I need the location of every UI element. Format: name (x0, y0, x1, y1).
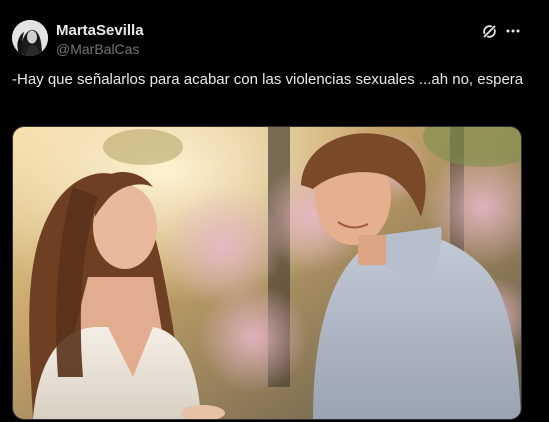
grok-icon (481, 23, 497, 39)
more-options-button[interactable] (502, 20, 524, 42)
author-handle[interactable]: @MarBalCas (56, 40, 144, 58)
tweet-text: -Hay que señalarlos para acabar con las … (12, 71, 524, 88)
more-horizontal-icon (506, 29, 520, 33)
post-photo (13, 127, 521, 419)
avatar[interactable] (12, 20, 48, 56)
grok-button[interactable] (478, 20, 500, 42)
author-display-name[interactable]: MartaSevilla (56, 22, 144, 39)
avatar-image (12, 20, 48, 56)
post-image[interactable] (12, 126, 522, 420)
tweet-post: MartaSevilla @MarBalCas -Hay que señalar… (0, 0, 549, 422)
post-header: MartaSevilla @MarBalCas (56, 22, 144, 58)
